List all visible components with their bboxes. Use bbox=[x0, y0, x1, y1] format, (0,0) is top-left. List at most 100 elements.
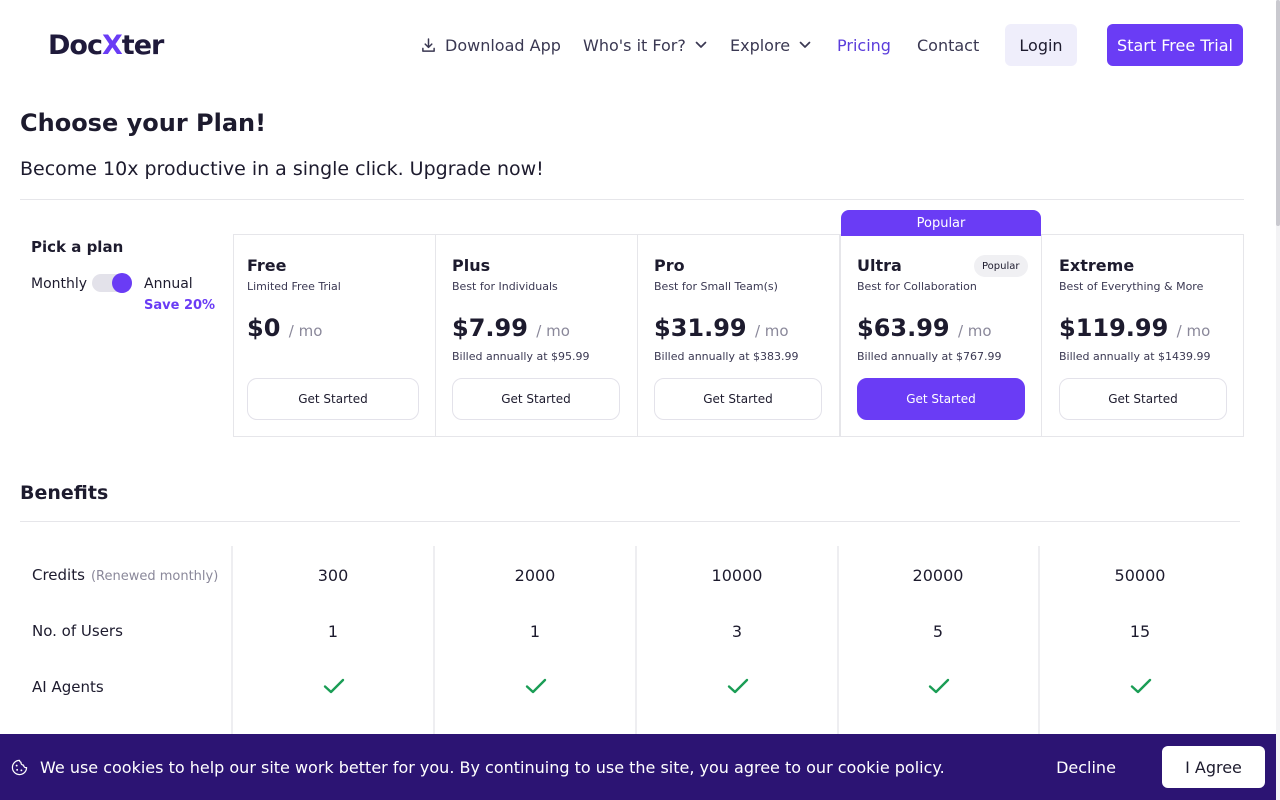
check-icon bbox=[323, 678, 345, 694]
benefit-label-credits: Credits (Renewed monthly) bbox=[32, 566, 218, 584]
plan-tagline: Best for Small Team(s) bbox=[654, 280, 778, 293]
plan-price: $31.99 / mo bbox=[654, 314, 789, 342]
plan-name: Pro bbox=[654, 256, 685, 275]
get-started-button[interactable]: Get Started bbox=[1059, 378, 1227, 420]
check-icon bbox=[1130, 678, 1152, 694]
plan-price: $63.99 / mo bbox=[857, 314, 992, 342]
plan-tagline: Limited Free Trial bbox=[247, 280, 341, 293]
plan-tagline: Best for Collaboration bbox=[857, 280, 977, 293]
billing-annual-label[interactable]: Annual bbox=[144, 276, 193, 292]
price-period: / mo bbox=[288, 322, 323, 340]
toggle-knob bbox=[112, 273, 132, 293]
price-period: / mo bbox=[1176, 322, 1211, 340]
logo-ter: ter bbox=[121, 30, 165, 61]
chevron-down-icon bbox=[695, 41, 707, 49]
decline-button[interactable]: Decline bbox=[1040, 748, 1132, 786]
nav-contact[interactable]: Contact bbox=[917, 24, 979, 66]
benefit-note: (Renewed monthly) bbox=[90, 569, 219, 584]
benefit-value: 20000 bbox=[912, 566, 964, 585]
pick-plan-title: Pick a plan bbox=[31, 238, 124, 256]
plan-price: $7.99 / mo bbox=[452, 314, 570, 342]
benefit-value: 1 bbox=[327, 622, 339, 641]
logo[interactable]: Doc Xter bbox=[48, 30, 165, 61]
benefit-value: 10000 bbox=[711, 566, 763, 585]
nav-whos-it-for[interactable]: Who's it For? bbox=[583, 24, 707, 66]
column-divider bbox=[837, 546, 839, 736]
price-amount: $31.99 bbox=[654, 314, 747, 342]
popular-tab: Popular bbox=[841, 210, 1041, 236]
benefit-value: 3 bbox=[731, 622, 743, 641]
plan-card-ultra: Ultra Popular Best for Collaboration $63… bbox=[840, 234, 1042, 437]
nav-download-app[interactable]: Download App bbox=[421, 24, 561, 66]
price-period: / mo bbox=[957, 322, 992, 340]
column-divider bbox=[635, 546, 637, 736]
billing-monthly-label[interactable]: Monthly bbox=[31, 276, 87, 292]
cookie-icon bbox=[11, 759, 28, 780]
login-button[interactable]: Login bbox=[1005, 24, 1077, 66]
check-icon bbox=[727, 678, 749, 694]
column-divider bbox=[231, 546, 233, 736]
get-started-button[interactable]: Get Started bbox=[452, 378, 620, 420]
plan-price: $0 / mo bbox=[247, 314, 322, 342]
logo-doc: Doc bbox=[48, 30, 103, 61]
start-free-trial-button[interactable]: Start Free Trial bbox=[1107, 24, 1243, 66]
page-scrollbar[interactable] bbox=[1276, 0, 1280, 800]
benefit-label-ai-agents: AI Agents bbox=[32, 678, 104, 696]
scrollbar-thumb[interactable] bbox=[1276, 0, 1280, 226]
nav-explore-label: Explore bbox=[730, 35, 791, 55]
nav-explore[interactable]: Explore bbox=[730, 24, 811, 66]
agree-button[interactable]: I Agree bbox=[1162, 746, 1265, 788]
chevron-down-icon bbox=[799, 41, 811, 49]
nav-download-label: Download App bbox=[445, 35, 561, 55]
benefits-title: Benefits bbox=[20, 482, 109, 504]
plan-card-plus: Plus Best for Individuals $7.99 / mo Bil… bbox=[436, 234, 638, 437]
get-started-button[interactable]: Get Started bbox=[247, 378, 419, 420]
benefit-value: 1 bbox=[529, 622, 541, 641]
get-started-button[interactable]: Get Started bbox=[857, 378, 1025, 420]
nav-whos-label: Who's it For? bbox=[583, 35, 686, 55]
plan-billing-note: Billed annually at $1439.99 bbox=[1059, 350, 1211, 363]
price-amount: $119.99 bbox=[1059, 314, 1169, 342]
benefit-value: 5 bbox=[932, 622, 944, 641]
benefit-label: Credits bbox=[32, 566, 85, 584]
plan-name: Ultra bbox=[857, 256, 902, 275]
benefit-value: 50000 bbox=[1114, 566, 1166, 585]
plan-name: Free bbox=[247, 256, 287, 275]
plan-billing-note: Billed annually at $383.99 bbox=[654, 350, 799, 363]
cookie-message: We use cookies to help our site work bet… bbox=[40, 758, 945, 777]
column-divider bbox=[1038, 546, 1040, 736]
plan-name: Plus bbox=[452, 256, 491, 275]
price-amount: $7.99 bbox=[452, 314, 528, 342]
page-title: Choose your Plan! bbox=[20, 109, 267, 137]
billing-period-toggle[interactable] bbox=[92, 273, 132, 293]
logo-x: X bbox=[101, 30, 123, 61]
plan-billing-note: Billed annually at $95.99 bbox=[452, 350, 590, 363]
divider bbox=[20, 199, 1244, 200]
benefit-value: 2000 bbox=[514, 566, 556, 585]
plan-price: $119.99 / mo bbox=[1059, 314, 1210, 342]
site-header: Doc Xter Download App Who's it For? Explo… bbox=[0, 0, 1280, 92]
plan-card-extreme: Extreme Best of Everything & More $119.9… bbox=[1042, 234, 1244, 437]
save-badge: Save 20% bbox=[144, 298, 216, 313]
price-amount: $63.99 bbox=[857, 314, 950, 342]
plan-billing-note: Billed annually at $767.99 bbox=[857, 350, 1002, 363]
price-period: / mo bbox=[536, 322, 570, 340]
plan-tagline: Best of Everything & More bbox=[1059, 280, 1204, 293]
get-started-button[interactable]: Get Started bbox=[654, 378, 822, 420]
nav-pricing[interactable]: Pricing bbox=[837, 24, 891, 66]
check-icon bbox=[525, 678, 547, 694]
page-subtitle: Become 10x productive in a single click.… bbox=[20, 158, 544, 180]
price-amount: $0 bbox=[247, 314, 281, 342]
cookie-banner: We use cookies to help our site work bet… bbox=[0, 734, 1276, 800]
check-icon bbox=[928, 678, 950, 694]
benefit-label-users: No. of Users bbox=[32, 622, 123, 640]
price-period: / mo bbox=[754, 322, 789, 340]
column-divider bbox=[433, 546, 435, 736]
divider bbox=[20, 521, 1240, 522]
benefit-value: 300 bbox=[317, 566, 349, 585]
plan-card-free: Free Limited Free Trial $0 / mo Get Star… bbox=[234, 234, 436, 437]
download-icon bbox=[421, 37, 436, 53]
popular-badge: Popular bbox=[974, 255, 1028, 277]
plan-name: Extreme bbox=[1059, 256, 1135, 275]
benefit-value: 15 bbox=[1129, 622, 1151, 641]
